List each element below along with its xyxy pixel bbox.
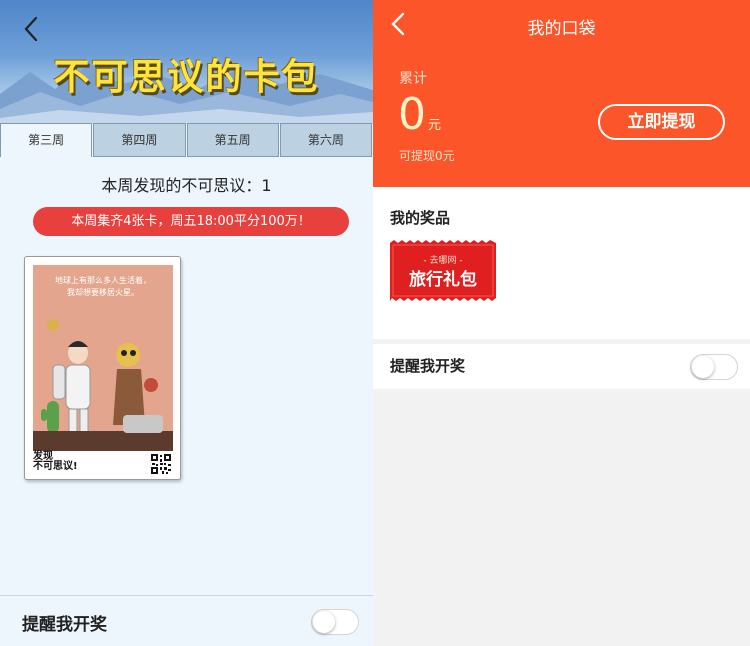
empty-area <box>373 389 750 646</box>
remind-toggle[interactable] <box>690 354 738 380</box>
qr-code-icon <box>150 453 172 475</box>
prizes-heading: 我的奖品 <box>390 209 451 227</box>
back-arrow-icon[interactable] <box>20 14 44 44</box>
card-brand-logo: 发现 不可思议! <box>33 451 78 472</box>
remind-row-right: 提醒我开奖 <box>373 344 750 389</box>
pocket-screen: 我的口袋 累计 0元 可提现0元 立即提现 我的奖品 - 去哪网 - 旅行礼包 … <box>373 0 750 646</box>
withdraw-button[interactable]: 立即提现 <box>598 104 725 140</box>
pocket-header: 我的口袋 累计 0元 可提现0元 立即提现 <box>373 0 750 187</box>
prizes-section: 我的奖品 - 去哪网 - 旅行礼包 <box>373 187 750 339</box>
tab-week-3[interactable]: 第三周 <box>0 123 93 157</box>
remind-toggle[interactable] <box>311 609 359 635</box>
banner-title: 不可思议的卡包 <box>53 57 320 98</box>
accumulated-label: 累计 <box>399 71 427 87</box>
page-title: 我的口袋 <box>527 19 596 39</box>
coupon-title: 旅行礼包 <box>409 270 477 290</box>
toggle-knob <box>692 356 714 378</box>
card-illustration: 地球上有那么多人生活着， 我却想要移居火星。 <box>33 265 173 451</box>
toggle-knob <box>313 611 335 633</box>
travel-gift-coupon[interactable]: - 去哪网 - 旅行礼包 <box>390 240 496 301</box>
remind-label: 提醒我开奖 <box>22 615 107 635</box>
card-caption-line1: 地球上有那么多人生活着， <box>55 275 151 285</box>
card-caption-line2: 我却想要移居火星。 <box>67 287 139 297</box>
card-pack-screen: 不可思议的卡包 第三周 第四周 第五周 第六周 本周发现的不可思议：1 本周集齐… <box>0 0 373 646</box>
tab-week-5[interactable]: 第五周 <box>186 123 279 157</box>
withdrawable-amount: 可提现0元 <box>399 149 455 163</box>
discovery-card[interactable]: 地球上有那么多人生活着， 我却想要移居火星。 发现 不可思议! <box>24 256 181 480</box>
week-tabs: 第三周 第四周 第五周 第六周 <box>0 123 373 157</box>
remind-row-left: 提醒我开奖 <box>0 595 373 646</box>
remind-label: 提醒我开奖 <box>390 357 466 375</box>
weekly-notice-banner: 本周集齐4张卡，周五18:00平分100万！ <box>33 207 349 236</box>
accumulated-amount: 0元 <box>398 89 442 140</box>
tab-week-4[interactable]: 第四周 <box>93 123 186 157</box>
banner: 不可思议的卡包 <box>0 0 373 124</box>
tab-week-6[interactable]: 第六周 <box>279 123 372 157</box>
found-count: 本周发现的不可思议：1 <box>101 176 272 195</box>
